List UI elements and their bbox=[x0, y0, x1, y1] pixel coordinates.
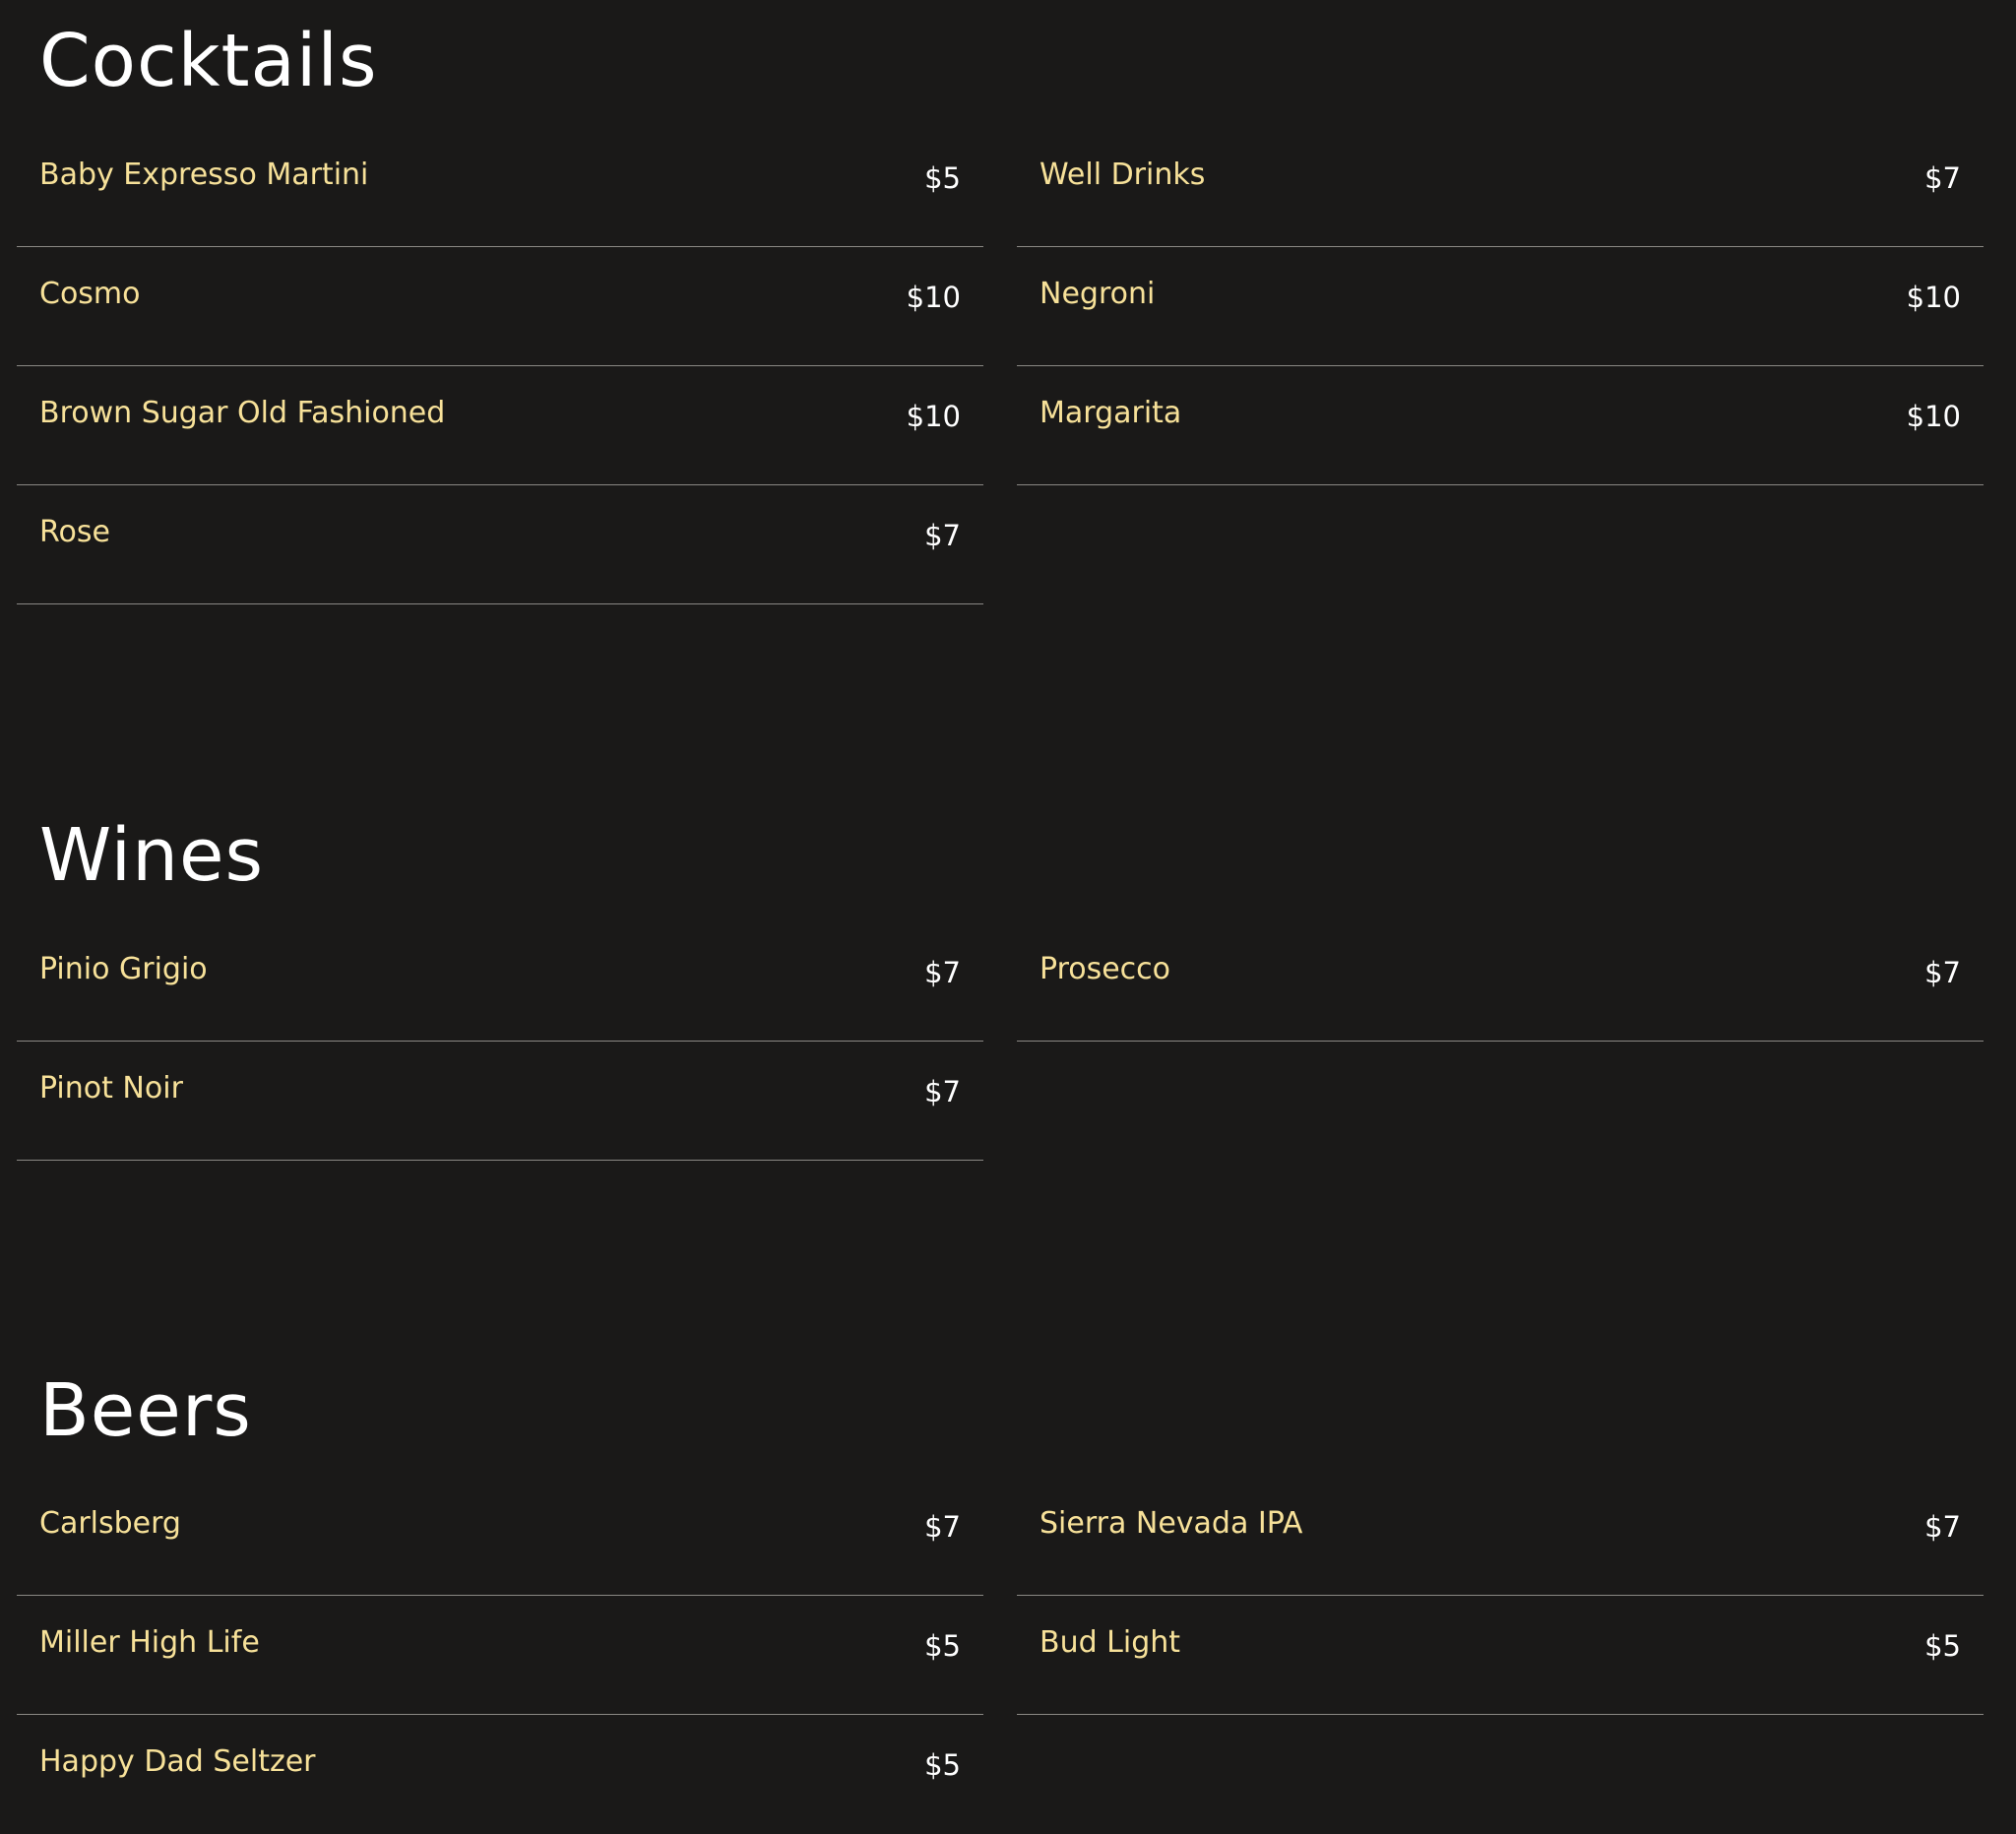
item-name: Rose bbox=[39, 515, 110, 549]
section-title-cocktails: Cocktails bbox=[39, 19, 378, 103]
menu-item: Pinio Grigio $7 bbox=[17, 922, 983, 1042]
menu-item: Margarita $10 bbox=[1017, 366, 1984, 485]
item-price: $7 bbox=[1924, 1510, 1961, 1544]
item-name: Pinot Noir bbox=[39, 1071, 183, 1106]
section-title-wines: Wines bbox=[39, 813, 265, 898]
cocktails-left-column: Baby Expresso Martini $5 Cosmo $10 Brown… bbox=[17, 128, 983, 604]
item-price: $5 bbox=[924, 161, 961, 195]
menu-item: Pinot Noir $7 bbox=[17, 1042, 983, 1161]
wines-right-column: Prosecco $7 bbox=[1017, 922, 1984, 1042]
item-name: Negroni bbox=[1040, 277, 1156, 311]
menu-item: Carlsberg $7 bbox=[17, 1477, 983, 1596]
beers-left-column: Carlsberg $7 Miller High Life $5 Happy D… bbox=[17, 1477, 983, 1834]
item-name: Sierra Nevada IPA bbox=[1040, 1506, 1303, 1541]
menu-item: Bud Light $5 bbox=[1017, 1596, 1984, 1715]
menu-item: Cosmo $10 bbox=[17, 247, 983, 366]
item-name: Pinio Grigio bbox=[39, 952, 208, 986]
cocktails-right-column: Well Drinks $7 Negroni $10 Margarita $10 bbox=[1017, 128, 1984, 485]
item-price: $7 bbox=[924, 1510, 961, 1544]
item-price: $10 bbox=[906, 400, 961, 433]
item-price: $5 bbox=[924, 1629, 961, 1663]
menu-item: Miller High Life $5 bbox=[17, 1596, 983, 1715]
item-name: Miller High Life bbox=[39, 1625, 260, 1660]
item-name: Baby Expresso Martini bbox=[39, 158, 369, 192]
item-name: Carlsberg bbox=[39, 1506, 181, 1541]
item-price: $7 bbox=[924, 1075, 961, 1108]
menu-item: Sierra Nevada IPA $7 bbox=[1017, 1477, 1984, 1596]
menu-item: Happy Dad Seltzer $5 bbox=[17, 1715, 983, 1834]
item-price: $7 bbox=[924, 956, 961, 989]
section-title-beers: Beers bbox=[39, 1368, 252, 1453]
item-name: Bud Light bbox=[1040, 1625, 1181, 1660]
beers-right-column: Sierra Nevada IPA $7 Bud Light $5 bbox=[1017, 1477, 1984, 1715]
menu-item: Brown Sugar Old Fashioned $10 bbox=[17, 366, 983, 485]
menu-item: Baby Expresso Martini $5 bbox=[17, 128, 983, 247]
item-price: $5 bbox=[924, 1748, 961, 1782]
item-name: Happy Dad Seltzer bbox=[39, 1744, 316, 1779]
item-price: $7 bbox=[1924, 956, 1961, 989]
item-price: $5 bbox=[1924, 1629, 1961, 1663]
menu-item: Prosecco $7 bbox=[1017, 922, 1984, 1042]
item-price: $10 bbox=[906, 281, 961, 314]
item-name: Margarita bbox=[1040, 396, 1182, 430]
item-name: Cosmo bbox=[39, 277, 141, 311]
item-name: Prosecco bbox=[1040, 952, 1171, 986]
menu-item: Negroni $10 bbox=[1017, 247, 1984, 366]
item-name: Brown Sugar Old Fashioned bbox=[39, 396, 446, 430]
item-price: $7 bbox=[1924, 161, 1961, 195]
item-name: Well Drinks bbox=[1040, 158, 1206, 192]
item-price: $10 bbox=[1906, 400, 1961, 433]
wines-left-column: Pinio Grigio $7 Pinot Noir $7 bbox=[17, 922, 983, 1161]
menu-item: Well Drinks $7 bbox=[1017, 128, 1984, 247]
menu-item: Rose $7 bbox=[17, 485, 983, 604]
item-price: $10 bbox=[1906, 281, 1961, 314]
item-price: $7 bbox=[924, 519, 961, 552]
